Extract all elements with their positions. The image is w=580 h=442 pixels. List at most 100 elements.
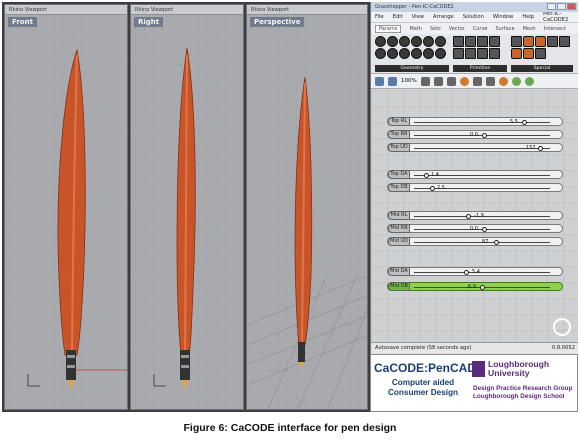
preview-icon[interactable] [459,76,469,86]
param-icon[interactable] [535,48,546,59]
param-icon[interactable] [489,36,500,47]
menu-edit[interactable]: Edit [393,14,403,20]
university-name: Loughborough University [488,360,549,378]
slider-knob[interactable] [430,186,435,191]
slider-mid-da[interactable]: Mid DA 5.4 [387,267,563,276]
group-line1: Design Practice Research Group [473,385,573,392]
param-icon[interactable] [375,48,386,59]
param-icon[interactable] [375,36,386,47]
pencad-subtitle: Computer aided Consumer Design [387,378,459,397]
slider-label: Mid DA [388,267,410,276]
param-icon[interactable] [411,48,422,59]
maximize-button[interactable] [557,3,566,10]
slider-knob[interactable] [482,133,487,138]
zoom-level[interactable]: 100% [401,78,417,84]
navigation-ball-icon[interactable] [553,318,571,336]
slider-knob[interactable] [494,240,499,245]
slider-top-rb[interactable]: Top RB 0.0 [387,130,563,139]
perspective-viewport[interactable]: Rhino Viewport Perspective [246,4,368,410]
slider-value: 1.4 [431,172,439,178]
param-icon[interactable] [511,48,522,59]
slider-knob[interactable] [480,285,485,290]
grasshopper-canvas[interactable]: Top RL 5.5 Top RB 0.0 Top UD 157 Top DA [371,90,578,342]
bake-icon[interactable] [511,76,521,86]
zoom-extents-icon[interactable] [420,76,430,86]
slider-knob[interactable] [522,120,527,125]
slider-mid-ud[interactable]: Mid UD 87 [387,237,563,246]
param-icon[interactable] [399,48,410,59]
tab-curve[interactable]: Curve [473,26,488,32]
slider-top-rl[interactable]: Top RL 5.5 [387,117,563,126]
slider-mid-db[interactable]: Mid DB 6.9 [387,282,563,291]
slider-knob[interactable] [464,270,469,275]
right-viewport[interactable]: Rhino Viewport Right [130,4,244,410]
param-icon[interactable] [435,48,446,59]
param-icon[interactable] [387,36,398,47]
menu-help[interactable]: Help [522,14,534,20]
param-icon[interactable] [423,48,434,59]
save-icon[interactable] [388,76,397,86]
slider-knob[interactable] [424,173,429,178]
param-icon[interactable] [535,36,546,47]
tab-vector[interactable]: Vector [449,26,465,32]
param-icon[interactable] [423,36,434,47]
menu-arrange[interactable]: Arrange [433,14,454,20]
slider-label: Mid UD [388,237,410,246]
param-icon[interactable] [523,36,534,47]
research-group: Design Practice Research Group Loughboro… [473,385,572,400]
param-icon[interactable] [453,48,464,59]
menu-solution[interactable]: Solution [463,14,484,20]
slider-label: Mid DB [388,282,410,291]
param-icon[interactable] [477,36,488,47]
front-viewport[interactable]: Rhino Viewport Front [4,4,128,410]
menu-view[interactable]: View [412,14,424,20]
tab-intersect[interactable]: Intersect [544,26,566,32]
slider-knob[interactable] [538,146,543,151]
axis-icon [27,374,40,387]
slider-label: Mid RB [388,224,410,233]
slider-top-db[interactable]: Top DB 2.5 [387,183,563,192]
menu-file[interactable]: File [375,14,384,20]
param-icon[interactable] [411,36,422,47]
param-icon[interactable] [511,36,522,47]
param-icon[interactable] [399,36,410,47]
param-icon[interactable] [435,36,446,47]
group-label-special[interactable]: Special [511,65,573,72]
param-icon[interactable] [477,48,488,59]
open-icon[interactable] [375,76,384,86]
param-icon[interactable] [465,48,476,59]
eye-icon[interactable] [433,76,443,86]
tab-params[interactable]: Params [375,24,402,33]
param-icon[interactable] [489,48,500,59]
tab-math[interactable]: Math [409,26,422,32]
param-icon[interactable] [465,36,476,47]
group-label-primitive[interactable]: Primitive [453,65,507,72]
slider-top-ud[interactable]: Top UD 157 [387,143,563,152]
slider-knob[interactable] [466,214,471,219]
close-button[interactable] [567,3,576,10]
param-icon[interactable] [523,48,534,59]
param-icon[interactable] [453,36,464,47]
slider-mid-rb[interactable]: Mid RB 0.0 [387,224,563,233]
slider-knob[interactable] [482,227,487,232]
param-icon[interactable] [387,48,398,59]
minimize-button[interactable] [547,3,556,10]
slider-mid-rl[interactable]: Mid RL -1.9 [387,211,563,220]
tab-mesh[interactable]: Mesh [523,26,536,32]
param-icon[interactable] [547,36,558,47]
slider-value: 87 [482,239,489,245]
grasshopper-window[interactable]: Grasshopper - Pen-IC-CaCODE2 File Edit V… [370,2,578,354]
sketch-icon[interactable] [446,76,456,86]
mesh-icon[interactable] [485,76,495,86]
shaded-icon[interactable] [498,76,508,86]
tab-surface[interactable]: Surface [496,26,515,32]
slider-label: Top UD [388,143,410,152]
slider-top-da[interactable]: Top DA 1.4 [387,170,563,179]
group-label-geometry[interactable]: Geometry [375,65,449,72]
globe-icon[interactable] [524,76,534,86]
menu-window[interactable]: Window [493,14,513,20]
tab-sets[interactable]: Sets [430,26,441,32]
wire-icon[interactable] [472,76,482,86]
menu-document[interactable]: Pen-IC-CaCODE2 [543,11,578,23]
param-icon[interactable] [559,36,570,47]
